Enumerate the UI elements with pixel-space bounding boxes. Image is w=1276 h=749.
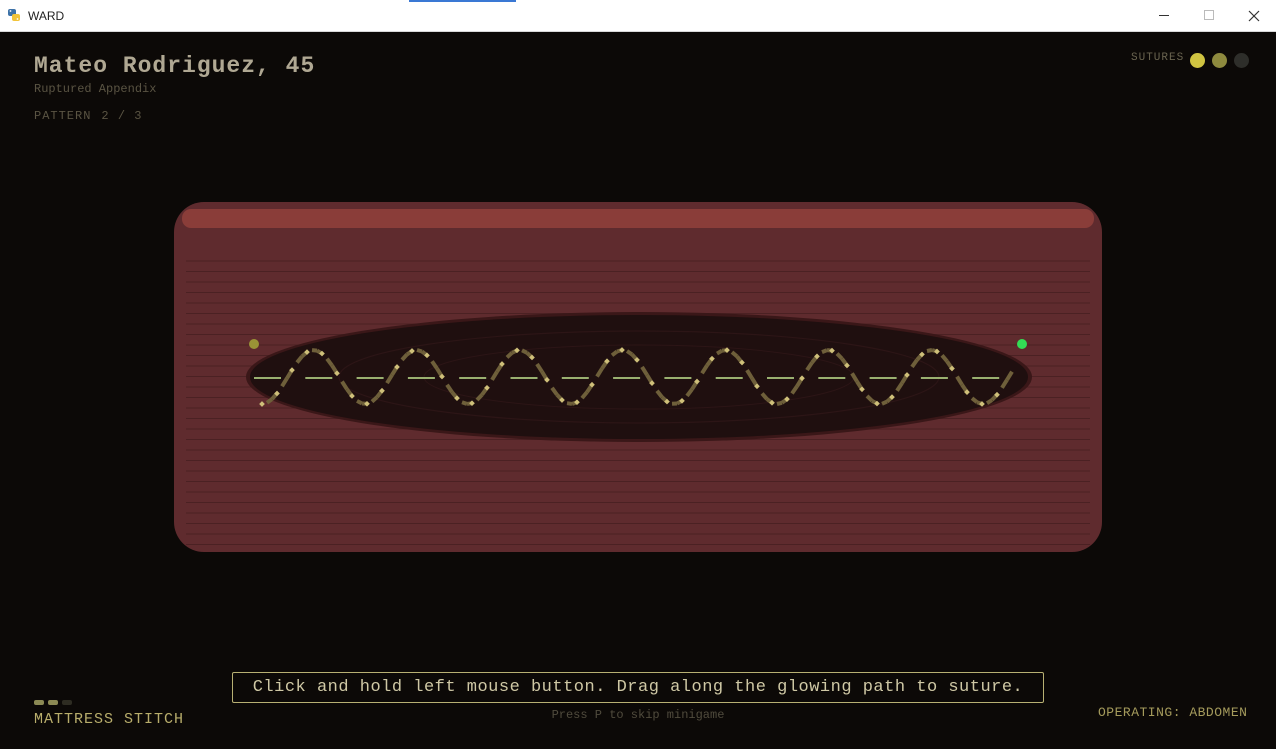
stitch-thread <box>926 348 933 353</box>
maximize-icon <box>1203 10 1214 20</box>
stitch-thread <box>985 398 994 405</box>
stitch-thread <box>625 349 634 357</box>
stitch-thread <box>311 348 318 353</box>
skip-hint: Press P to skip minigame <box>551 708 725 722</box>
path-end-point[interactable] <box>1017 339 1027 349</box>
stitch-type: MATTRESS STITCH <box>34 711 185 728</box>
progress-pip <box>34 700 44 705</box>
operating-field[interactable] <box>0 32 1276 749</box>
stitch-thread <box>821 348 828 354</box>
progress-pip <box>48 700 58 705</box>
operating-region: OPERATING: ABDOMEN <box>1098 705 1248 720</box>
minimize-button[interactable] <box>1141 0 1187 31</box>
stitch-thread <box>881 399 888 406</box>
maximize-button[interactable] <box>1186 0 1232 31</box>
game-canvas[interactable]: Mateo Rodriguez, 45 Ruptured Appendix PA… <box>0 32 1276 749</box>
window-title: WARD <box>28 9 65 23</box>
progress-pip <box>62 700 72 705</box>
stitch-thread <box>715 348 724 356</box>
path-start-point[interactable] <box>249 339 259 349</box>
close-button[interactable] <box>1231 0 1276 31</box>
stitch-thread <box>416 348 423 354</box>
stitch-thread <box>356 399 363 406</box>
stitch-thread <box>566 401 573 406</box>
window-titlebar: WARD <box>0 0 1276 32</box>
minimize-icon <box>1158 15 1169 16</box>
stitch-thread <box>461 400 468 406</box>
stitch-thread <box>521 348 528 355</box>
python-icon <box>8 9 20 21</box>
instruction-banner: Click and hold left mouse button. Drag a… <box>232 672 1044 703</box>
close-icon <box>1248 10 1260 21</box>
tissue-highlight <box>182 209 1094 228</box>
taskbar-accent <box>409 0 516 2</box>
stitch-thread <box>776 400 783 406</box>
